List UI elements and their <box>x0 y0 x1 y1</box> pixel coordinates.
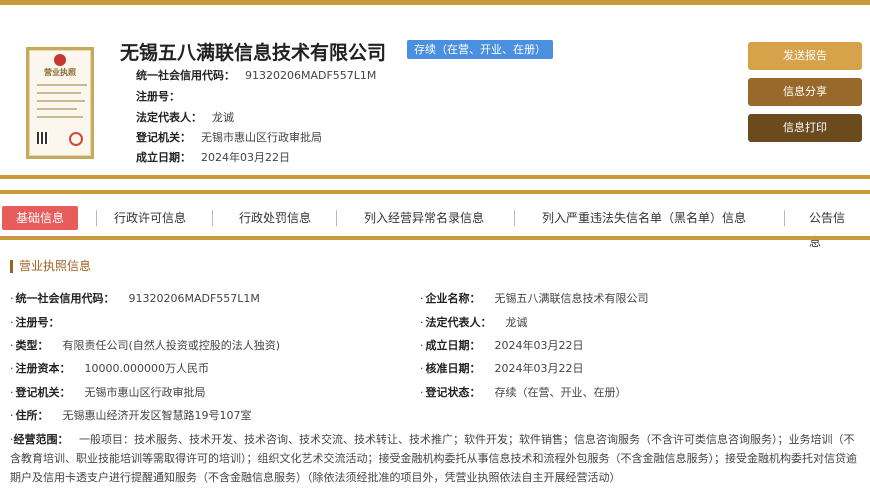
field-reg-no: · 注册号： <box>10 316 60 329</box>
company-header: 营业执照 无锡五八满联信息技术有限公司 存续（在营、开业、在册） 统一社会信用代… <box>0 5 870 175</box>
header-legal-rep: 法定代表人： 龙诚 <box>136 111 234 124</box>
tab-announcements[interactable]: 公告信息 <box>795 206 870 249</box>
tab-admin-license[interactable]: 行政许可信息 <box>100 206 200 230</box>
share-info-button[interactable]: 信息分享 <box>748 78 862 106</box>
field-approved-date: · 核准日期： 2024年03月22日 <box>420 362 584 375</box>
header-credit-code: 统一社会信用代码： 91320206MADF557L1M <box>136 69 377 82</box>
field-founded: · 成立日期： 2024年03月22日 <box>420 339 584 352</box>
tab-admin-penalty[interactable]: 行政处罚信息 <box>225 206 325 230</box>
tabs-top-divider <box>0 190 870 194</box>
official-seal-icon <box>69 132 83 146</box>
business-scope: ·经营范围： 一般项目：技术服务、技术开发、技术咨询、技术交流、技术转让、技术推… <box>10 433 857 484</box>
tabs-bottom-divider <box>0 236 870 240</box>
field-address: · 住所： 无锡惠山经济开发区智慧路19号107室 <box>10 409 252 422</box>
tab-abnormal-operation[interactable]: 列入经营异常名录信息 <box>350 206 498 230</box>
field-legal-rep: · 法定代表人： 龙诚 <box>420 316 528 329</box>
field-authority: · 登记机关： 无锡市惠山区行政审批局 <box>10 386 206 399</box>
qr-code-icon <box>37 132 49 144</box>
header-founded: 成立日期： 2024年03月22日 <box>136 151 290 164</box>
status-badge: 存续（在营、开业、在册） <box>407 40 553 59</box>
business-license-image[interactable]: 营业执照 <box>26 47 94 159</box>
field-reg-status: · 登记状态： 存续（在营、开业、在册） <box>420 386 627 399</box>
header-divider <box>0 175 870 179</box>
send-report-button[interactable]: 发送报告 <box>748 42 862 70</box>
national-emblem-icon <box>54 54 66 66</box>
tab-basic-info[interactable]: 基础信息 <box>2 206 79 230</box>
header-authority: 登记机关： 无锡市惠山区行政审批局 <box>136 131 322 144</box>
field-company-name: · 企业名称： 无锡五八满联信息技术有限公司 <box>420 292 649 305</box>
field-type: · 类型： 有限责任公司(自然人投资或控股的法人独资) <box>10 339 281 352</box>
section-title: 营业执照信息 <box>10 260 91 273</box>
header-reg-no: 注册号： <box>136 90 180 103</box>
tab-blacklist[interactable]: 列入严重违法失信名单（黑名单）信息 <box>528 206 760 230</box>
business-scope-text: 一般项目：技术服务、技术开发、技术咨询、技术交流、技术转让、技术推广；软件开发；… <box>10 433 857 484</box>
license-image-title: 营业执照 <box>44 68 76 77</box>
tab-bar: 基础信息 行政许可信息 行政处罚信息 列入经营异常名录信息 列入严重违法失信名单… <box>0 202 870 249</box>
field-credit-code: · 统一社会信用代码： 91320206MADF557L1M <box>10 292 260 305</box>
field-capital: · 注册资本： 10000.000000万人民币 <box>10 362 209 375</box>
company-name: 无锡五八满联信息技术有限公司 <box>120 42 387 64</box>
print-info-button[interactable]: 信息打印 <box>748 114 862 142</box>
